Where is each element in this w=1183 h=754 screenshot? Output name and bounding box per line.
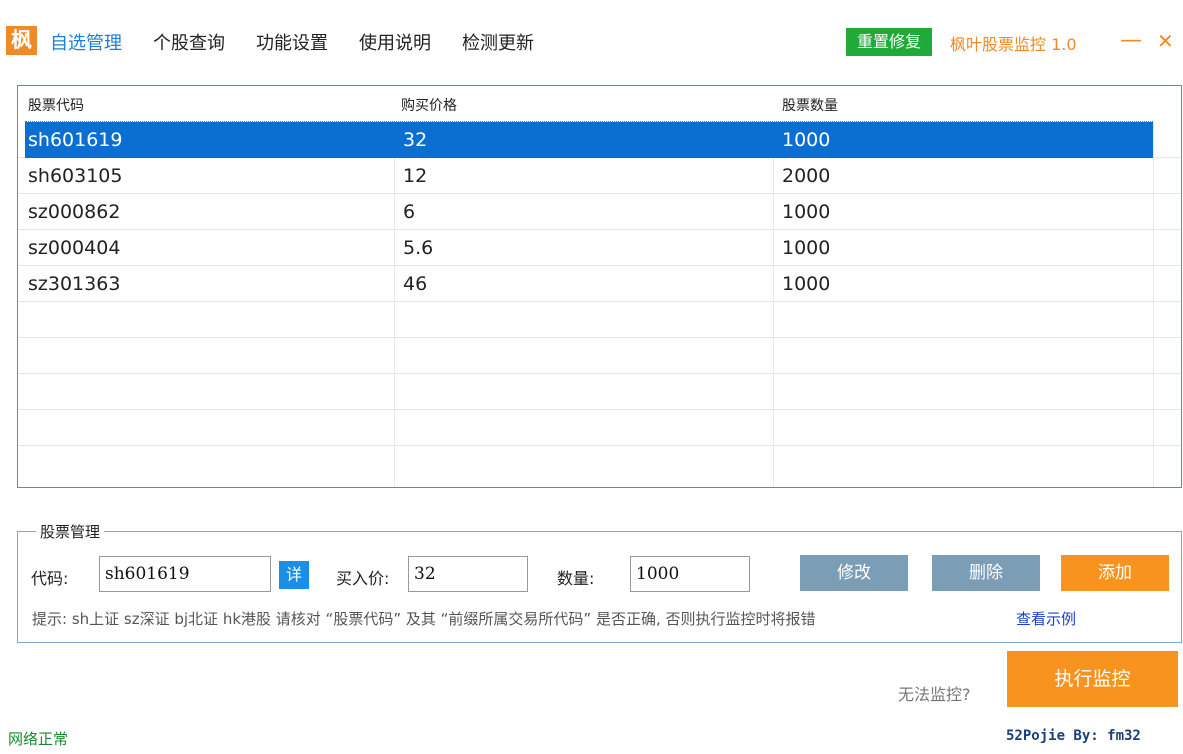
run-monitor-button[interactable]: 执行监控	[1007, 651, 1178, 707]
column-header-quantity[interactable]: 股票数量	[782, 95, 838, 115]
table-row[interactable]: sz000404 5.6 1000	[18, 230, 1181, 266]
cell-quantity: 1000	[782, 237, 831, 259]
hint-text: 提示: sh上证 sz深证 bj北证 hk港股 请核对 “股票代码” 及其 “前…	[32, 610, 816, 628]
cant-monitor-link[interactable]: 无法监控?	[898, 681, 971, 705]
menu-item-check-update[interactable]: 检测更新	[462, 29, 534, 55]
table-row[interactable]: sz000862 6 1000	[18, 194, 1181, 230]
menu-item-help[interactable]: 使用说明	[359, 29, 431, 55]
price-label: 买入价:	[336, 569, 390, 588]
table-row[interactable]: sh603105 12 2000	[18, 158, 1181, 194]
menu-item-watchlist[interactable]: 自选管理	[50, 29, 122, 55]
cell-price: 5.6	[403, 237, 434, 259]
delete-button[interactable]: 删除	[932, 555, 1040, 591]
column-header-code[interactable]: 股票代码	[28, 95, 84, 115]
cell-quantity: 1000	[782, 201, 831, 223]
network-status: 网络正常	[8, 730, 69, 748]
code-input[interactable]: sh601619	[99, 556, 271, 592]
cell-code: sz301363	[28, 273, 121, 295]
cell-price: 6	[403, 201, 416, 223]
row-selection-highlight	[25, 122, 1153, 158]
app-logo-icon: 枫	[6, 26, 37, 55]
price-input[interactable]: 32	[408, 556, 528, 592]
cell-price: 32	[403, 129, 428, 151]
cell-code: sz000404	[28, 237, 121, 259]
app-title: 枫叶股票监控 1.0	[950, 35, 1077, 54]
cell-price: 12	[403, 165, 428, 187]
column-header-price[interactable]: 购买价格	[401, 95, 457, 115]
cell-code: sh603105	[28, 165, 123, 187]
reset-repair-button[interactable]: 重置修复	[846, 28, 932, 56]
cell-quantity: 2000	[782, 165, 831, 187]
code-label: 代码:	[31, 569, 69, 588]
empty-row	[18, 302, 1181, 338]
cell-code: sz000862	[28, 201, 121, 223]
cell-price: 46	[403, 273, 428, 295]
table-row[interactable]: sz301363 46 1000	[18, 266, 1181, 302]
detail-button[interactable]: 详	[279, 561, 309, 589]
table-row[interactable]: sh601619 32 1000	[18, 122, 1181, 158]
title-bar: 枫 自选管理 个股查询 功能设置 使用说明 检测更新 重置修复 枫叶股票监控 1…	[0, 0, 1183, 82]
view-example-link[interactable]: 查看示例	[1016, 608, 1076, 629]
cell-code: sh601619	[28, 129, 123, 151]
menu-item-settings[interactable]: 功能设置	[256, 29, 328, 55]
close-icon[interactable]: ✕	[1157, 26, 1174, 56]
add-button[interactable]: 添加	[1061, 555, 1169, 591]
empty-row	[18, 410, 1181, 446]
minimize-icon[interactable]: —	[1120, 26, 1142, 56]
empty-row	[18, 338, 1181, 374]
empty-row	[18, 374, 1181, 410]
cell-quantity: 1000	[782, 129, 831, 151]
main-menu: 自选管理 个股查询 功能设置 使用说明 检测更新	[50, 29, 565, 55]
cell-quantity: 1000	[782, 273, 831, 295]
credit-text: 52Pojie By: fm32	[1006, 728, 1141, 744]
edit-button[interactable]: 修改	[800, 555, 908, 591]
quantity-label: 数量:	[557, 569, 595, 588]
quantity-input[interactable]: 1000	[630, 556, 750, 592]
stock-table[interactable]: 股票代码 购买价格 股票数量 sh601619 32 1000 sh603105…	[17, 85, 1182, 488]
menu-item-stock-query[interactable]: 个股查询	[153, 29, 225, 55]
table-header: 股票代码 购买价格 股票数量	[18, 86, 1181, 122]
group-title: 股票管理	[36, 521, 105, 542]
